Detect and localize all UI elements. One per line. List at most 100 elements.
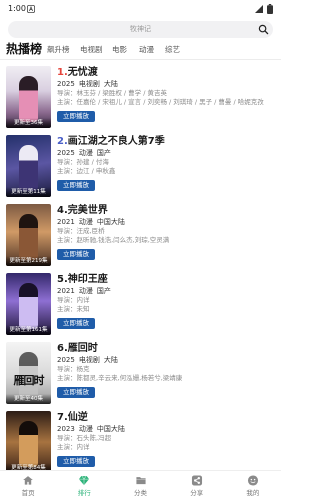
folder-icon — [135, 475, 146, 486]
title-text: 雁回时 — [67, 343, 98, 354]
category-tabs: 热播榜 飙升榜 电视剧 电影 动漫 综艺 — [0, 41, 281, 60]
list-item[interactable]: 更新至第161集 5.神印王座 2021 动漫 国产 导演：内详 主演：未知 立即播… — [0, 273, 281, 342]
item-meta: 2021 动漫 国产 — [57, 287, 115, 296]
item-title[interactable]: 2.画江湖之不良人第7季 — [57, 136, 165, 148]
item-category: 电视剧 — [78, 356, 100, 364]
poster-image[interactable]: 更新至第84集 — [6, 411, 51, 473]
item-title[interactable]: 6.雁回时 — [57, 343, 98, 355]
search-placeholder: 牧神记 — [130, 25, 151, 33]
poster-figure — [19, 283, 38, 329]
tab-rising[interactable]: 飙升榜 — [47, 45, 70, 55]
item-meta: 2025 动漫 国产 — [57, 149, 115, 158]
home-icon — [23, 475, 34, 486]
rank-number: 1. — [57, 67, 68, 78]
title-text: 无忧渡 — [67, 67, 98, 78]
cast-label: 主演： — [57, 236, 77, 244]
play-now-button[interactable]: 立即播放 — [57, 318, 95, 329]
cast-value: 未知 — [76, 305, 90, 313]
tab-anime[interactable]: 动漫 — [139, 45, 154, 55]
item-director: 导演：内详 — [57, 296, 275, 304]
rank-number: 5. — [57, 274, 68, 285]
share-icon — [191, 475, 202, 486]
ranking-icon — [79, 475, 90, 486]
nav-label: 分类 — [134, 489, 147, 497]
nav-item-category[interactable]: 分类 — [112, 471, 168, 500]
item-region: 大陆 — [103, 356, 118, 364]
item-title[interactable]: 4.完美世界 — [57, 205, 108, 217]
rank-number: 7. — [57, 412, 68, 423]
item-title[interactable]: 7.仙逆 — [57, 412, 88, 424]
cast-label: 主演： — [57, 167, 77, 175]
poster-figure — [19, 214, 38, 260]
poster-image[interactable]: 更新至第161集 — [6, 273, 51, 335]
item-year: 2021 — [57, 218, 75, 226]
tab-variety[interactable]: 综艺 — [165, 45, 180, 55]
rank-number: 4. — [57, 205, 68, 216]
search-bar[interactable]: 牧神记 — [8, 21, 273, 38]
episode-badge: 更新至第219集 — [6, 256, 51, 266]
nav-label: 排行 — [77, 489, 91, 497]
play-now-button[interactable]: 立即播放 — [57, 180, 95, 191]
play-now-button[interactable]: 立即播放 — [57, 456, 95, 467]
episode-badge: 更新至40集 — [6, 394, 51, 404]
rank-number: 2. — [57, 136, 68, 147]
director-label: 导演： — [57, 158, 77, 166]
director-label: 导演： — [57, 296, 77, 304]
cast-value: 陈都灵,辛云来,何泓姗,杨若兮,梁靖康 — [76, 374, 183, 382]
item-region: 中国大陆 — [96, 218, 125, 226]
tab-tv[interactable]: 电视剧 — [80, 45, 103, 55]
item-director: 导演：汪成,臣桥 — [57, 227, 275, 235]
play-now-button[interactable]: 立即播放 — [57, 387, 95, 398]
item-meta: 2025 电视剧 大陆 — [57, 80, 122, 89]
item-year: 2025 — [57, 149, 75, 157]
poster-image[interactable]: 更新至第219集 — [6, 204, 51, 266]
poster-image[interactable]: 更新至第11集 — [6, 135, 51, 197]
director-value: 内详 — [76, 296, 90, 304]
director-value: 汪成,臣桥 — [76, 227, 105, 235]
poster-title-art: 雁回时 — [13, 374, 45, 387]
nav-item-share[interactable]: 分享 — [169, 471, 225, 500]
item-director: 导演：石头陈,冯超 — [57, 434, 275, 442]
nav-item-profile[interactable]: 我的 — [225, 471, 281, 500]
item-meta: 2023 动漫 中国大陆 — [57, 425, 129, 434]
nav-label: 首页 — [21, 489, 35, 497]
play-now-button[interactable]: 立即播放 — [57, 249, 95, 260]
list-item[interactable]: 雁回时 更新至40集 6.雁回时 2025 电视剧 大陆 导演：杨克 主演：陈都灵,… — [0, 342, 281, 411]
item-region: 中国大陆 — [96, 425, 125, 433]
episode-badge: 更新至第11集 — [6, 187, 51, 197]
item-year: 2025 — [57, 80, 75, 88]
tab-hot[interactable]: 热播榜 — [6, 42, 42, 56]
director-label: 导演： — [57, 89, 77, 97]
list-item[interactable]: 更新至第219集 4.完美世界 2021 动漫 中国大陆 导演：汪成,臣桥 主演：赵… — [0, 204, 281, 273]
list-item[interactable]: 更新至36集 1.无忧渡 2025 电视剧 大陆 导演：林玉芬 / 梁胜权 / 曹学… — [0, 66, 281, 135]
cast-value: 赵昕驰,钱浩,闫么杰,刘琮,空灵满 — [76, 236, 170, 244]
tab-movie[interactable]: 电影 — [112, 45, 127, 55]
item-region: 大陆 — [103, 80, 118, 88]
list-item[interactable]: 更新至第11集 2.画江湖之不良人第7季 2025 动漫 国产 导演：孙建 / 付海… — [0, 135, 281, 204]
title-text: 画江湖之不良人第7季 — [67, 136, 165, 147]
director-label: 导演： — [57, 434, 77, 442]
item-director: 导演：杨克 — [57, 365, 275, 373]
nav-item-home[interactable]: 首页 — [0, 471, 56, 500]
profile-icon — [247, 475, 258, 486]
signal-icon — [255, 5, 263, 13]
item-category: 动漫 — [78, 218, 93, 226]
search-icon[interactable] — [258, 24, 269, 35]
nav-item-ranking[interactable]: 排行 — [56, 471, 112, 500]
item-year: 2025 — [57, 356, 75, 364]
cast-label: 主演： — [57, 98, 77, 106]
item-title[interactable]: 5.神印王座 — [57, 274, 108, 286]
director-value: 杨克 — [76, 365, 90, 373]
poster-image[interactable]: 雁回时 更新至40集 — [6, 342, 51, 404]
episode-badge: 更新至36集 — [6, 118, 51, 128]
item-category: 动漫 — [78, 287, 93, 295]
play-now-button[interactable]: 立即播放 — [57, 111, 95, 122]
bottom-nav: 首页 排行 分类 分享 我的 — [0, 470, 281, 500]
poster-figure — [19, 421, 38, 467]
title-text: 仙逆 — [67, 412, 88, 423]
notification-icon — [27, 5, 35, 13]
director-value: 林玉芬 / 梁胜权 / 曹学 / 黄吉英 — [76, 89, 167, 97]
poster-image[interactable]: 更新至36集 — [6, 66, 51, 128]
item-title[interactable]: 1.无忧渡 — [57, 67, 98, 79]
status-time: 1:00 — [8, 4, 26, 13]
